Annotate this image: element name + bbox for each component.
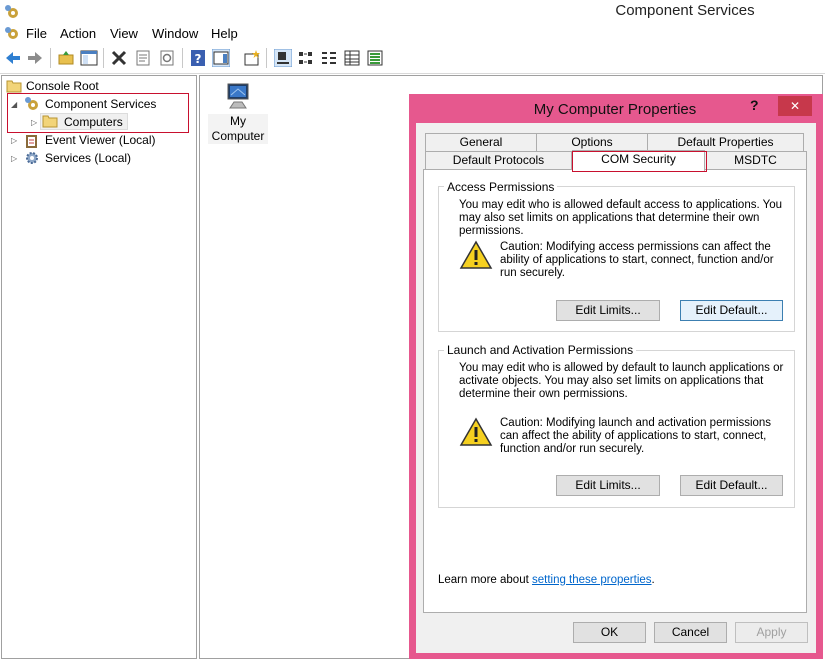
show-hide-action-pane-icon[interactable] xyxy=(212,49,230,67)
services-gear-icon xyxy=(26,152,38,164)
warning-icon xyxy=(459,240,493,269)
access-edit-default-button[interactable]: Edit Default... xyxy=(680,300,783,321)
back-arrow-icon[interactable] xyxy=(4,49,22,67)
launch-caution: Caution: Modifying launch and activation… xyxy=(500,417,772,455)
learn-more-link[interactable]: setting these properties xyxy=(532,574,652,586)
tree-item-event-viewer[interactable]: Event Viewer (Local) xyxy=(45,133,156,147)
menu-action[interactable]: Action xyxy=(60,26,96,41)
learn-more-prefix: Learn more about xyxy=(438,574,532,586)
refresh-icon[interactable] xyxy=(158,49,176,67)
dialog-help-button[interactable]: ? xyxy=(750,97,759,113)
highlight-box xyxy=(572,151,707,172)
apply-button[interactable]: Apply xyxy=(735,622,808,643)
svg-text:?: ? xyxy=(195,52,202,66)
computer-icon[interactable] xyxy=(222,80,254,112)
large-icons-view-icon[interactable] xyxy=(274,49,292,67)
properties-icon[interactable] xyxy=(134,49,152,67)
list-view-icon[interactable] xyxy=(320,49,338,67)
tree-expander[interactable]: ▷ xyxy=(11,136,17,145)
learn-more-text: Learn more about setting these propertie… xyxy=(438,574,655,586)
tab-default-properties[interactable]: Default Properties xyxy=(647,133,804,151)
new-window-icon[interactable] xyxy=(243,49,261,67)
launch-permissions-title: Launch and Activation Permissions xyxy=(444,343,637,357)
tab-options[interactable]: Options xyxy=(536,133,648,151)
tree-item-computers[interactable]: Computers xyxy=(64,115,123,129)
component-services-app-icon xyxy=(5,5,18,18)
launch-description: You may edit who is allowed by default t… xyxy=(459,362,784,400)
forward-arrow-icon[interactable] xyxy=(26,49,44,67)
menu-file[interactable]: File xyxy=(26,26,47,41)
my-computer-label-line2: Computer xyxy=(211,129,265,143)
warning-icon xyxy=(459,417,493,446)
small-icons-view-icon[interactable] xyxy=(297,49,315,67)
cancel-button[interactable]: Cancel xyxy=(654,622,727,643)
tab-default-protocols[interactable]: Default Protocols xyxy=(425,151,572,169)
tree-item-component-services[interactable]: Component Services xyxy=(45,97,156,111)
learn-more-suffix: . xyxy=(651,574,655,586)
tab-general[interactable]: General xyxy=(425,133,537,151)
menu-help[interactable]: Help xyxy=(211,26,238,41)
folder-icon xyxy=(42,115,58,128)
toolbar-separator xyxy=(103,48,104,68)
my-computer-label-line1: My xyxy=(230,114,246,128)
system-menu-icon[interactable] xyxy=(4,25,20,41)
tree-item-services[interactable]: Services (Local) xyxy=(45,151,131,165)
access-permissions-title: Access Permissions xyxy=(444,180,558,194)
component-services-icon xyxy=(25,97,38,110)
tree-expander[interactable]: ◢ xyxy=(11,100,17,109)
detail-view-icon[interactable] xyxy=(343,49,361,67)
window-title: Component Services xyxy=(615,2,755,19)
tab-msdtc[interactable]: MSDTC xyxy=(704,151,807,169)
ok-button[interactable]: OK xyxy=(573,622,646,643)
tree-expander[interactable]: ▷ xyxy=(11,154,17,163)
menu-view[interactable]: View xyxy=(110,26,138,41)
my-computer-label[interactable]: My Computer xyxy=(208,114,268,144)
dialog-title: My Computer Properties xyxy=(533,101,697,118)
toolbar-separator xyxy=(266,48,267,68)
menu-window[interactable]: Window xyxy=(152,26,198,41)
status-view-icon[interactable] xyxy=(366,49,384,67)
up-folder-icon[interactable] xyxy=(57,49,75,67)
show-hide-tree-icon[interactable] xyxy=(80,49,98,67)
launch-edit-limits-button[interactable]: Edit Limits... xyxy=(556,475,660,496)
access-caution: Caution: Modifying access permissions ca… xyxy=(500,241,774,279)
tree-item-console-root[interactable]: Console Root xyxy=(26,79,99,93)
help-icon[interactable]: ? xyxy=(189,49,207,67)
tree-expander[interactable]: ▷ xyxy=(31,118,37,127)
launch-edit-default-button[interactable]: Edit Default... xyxy=(680,475,783,496)
folder-icon xyxy=(6,80,22,93)
dialog-close-button[interactable]: ✕ xyxy=(778,96,812,116)
toolbar-separator xyxy=(182,48,183,68)
access-description: You may edit who is allowed default acce… xyxy=(459,199,783,237)
access-edit-limits-button[interactable]: Edit Limits... xyxy=(556,300,660,321)
toolbar-separator xyxy=(50,48,51,68)
event-viewer-icon xyxy=(26,135,37,148)
delete-icon[interactable] xyxy=(110,49,128,67)
